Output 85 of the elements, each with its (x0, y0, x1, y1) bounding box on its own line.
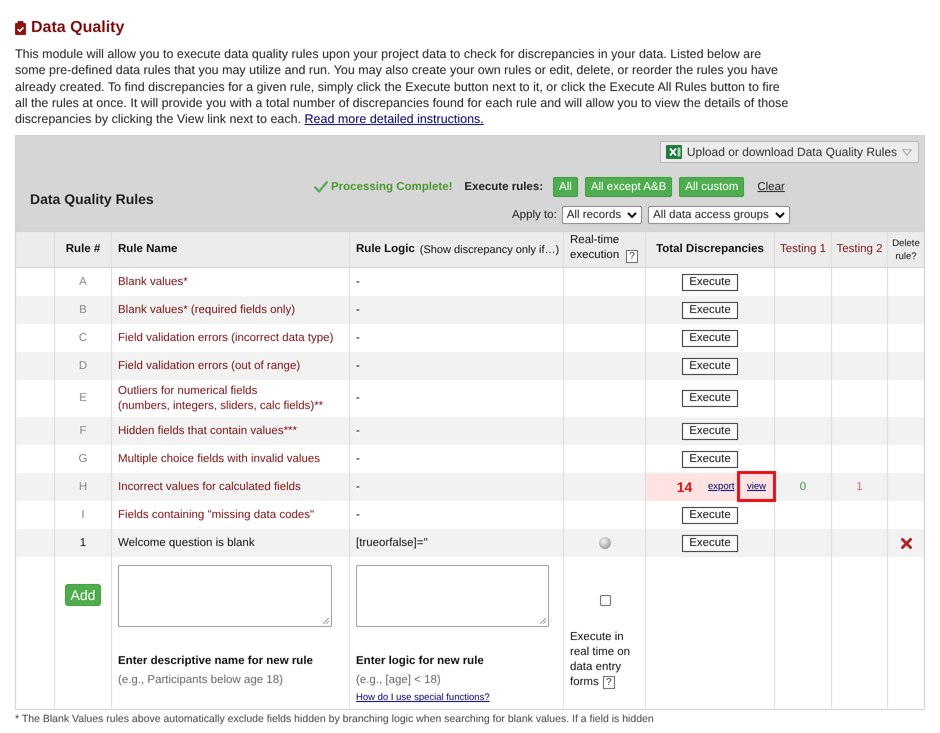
chevron-down-icon (627, 212, 638, 219)
name-field-hint: (e.g., Participants below age 18) (118, 673, 283, 688)
execute-button[interactable]: Execute (682, 422, 738, 440)
rule-logic: - (356, 391, 360, 406)
clipboard-check-icon (15, 21, 26, 35)
execute-button[interactable]: Execute (682, 506, 738, 524)
rule-logic: - (356, 274, 360, 290)
upload-download-button[interactable]: Upload or download Data Quality Rules (660, 141, 919, 164)
rule-number: F (79, 424, 87, 439)
clear-link[interactable]: Clear (757, 178, 785, 196)
rule-number: G (78, 452, 88, 467)
rule-number: E (79, 391, 87, 406)
rule-logic: [trueorfalse]='' (356, 536, 428, 551)
rule-logic: - (356, 480, 360, 495)
rule-number: D (78, 358, 88, 374)
panel-title: Data Quality Rules (30, 191, 154, 208)
rule-name: Blank values* (required fields only) (118, 302, 296, 318)
rule-name: Welcome question is blank (118, 536, 255, 551)
real-time-checkbox[interactable] (600, 595, 611, 606)
filter-select[interactable]: All data access groups (648, 206, 790, 224)
rule-number: C (78, 330, 88, 346)
name-field-label: Enter descriptive name for new rule (118, 654, 313, 668)
help-button[interactable]: ? (602, 676, 615, 690)
column-header: Total Discrepancies (656, 242, 764, 258)
rule-logic: - (356, 452, 360, 467)
rule-name: Fields containing "missing data codes" (118, 508, 314, 523)
rule-logic: - (356, 302, 360, 318)
rule-name-textarea[interactable] (118, 565, 332, 628)
execute-button[interactable]: Execute (682, 450, 738, 468)
execute-button[interactable]: Execute (682, 534, 738, 552)
special-functions-link[interactable]: How do I use special functions? (356, 692, 490, 704)
instructions-link[interactable]: Read more detailed instructions. (304, 112, 484, 126)
page-title: Data Quality (31, 18, 124, 38)
discrepancy-count: 14 (676, 478, 694, 497)
apply-to-label: Apply to: (512, 208, 557, 223)
chevron-down-icon (774, 212, 785, 219)
rule-name: Blank values* (118, 274, 188, 290)
column-header: Delete rule? (891, 236, 921, 263)
rule-name: Incorrect values for calculated fields (118, 480, 301, 495)
column-header: Testing 1 (780, 242, 826, 258)
test-result: 1 (856, 480, 863, 495)
export-link[interactable]: export (708, 480, 734, 495)
help-button[interactable]: ? (626, 250, 638, 264)
execute-button[interactable]: Execute (682, 274, 738, 291)
real-time-label-end: forms (570, 675, 599, 690)
delete-x-icon[interactable] (900, 538, 912, 549)
rule-name: Multiple choice fields with invalid values (118, 452, 320, 467)
logic-field-hint: (e.g., [age] < 18) (356, 673, 441, 688)
caret-down-icon (902, 148, 912, 156)
column-header-note: (Show discrepancy only if…) (420, 242, 560, 258)
resize-grip-icon (323, 618, 329, 624)
rule-name: Field validation errors (incorrect data type) (118, 330, 334, 346)
resize-grip-icon (540, 618, 546, 624)
processing-status: Processing Complete! (331, 180, 452, 195)
rule-logic: - (356, 358, 360, 374)
column-header: Rule Name (118, 242, 178, 258)
footnote: * The Blank Values rules above automatically exclude fields hidden by branching logic when searching for blank values. If a field is hidden (15, 713, 654, 726)
rule-number: H (78, 480, 88, 495)
check-icon (314, 181, 328, 194)
execute-rules-label: Execute rules: (464, 180, 544, 195)
column-header: Testing 2 (836, 242, 883, 258)
rule-name: Hidden fields that contain values*** (118, 424, 298, 439)
rule-logic: - (356, 424, 360, 439)
execute-button[interactable]: Execute (682, 330, 738, 347)
spreadsheet-icon (666, 145, 682, 160)
rule-logic: - (356, 330, 360, 346)
filter-select[interactable]: All records (562, 206, 642, 224)
execute-button[interactable]: Execute (682, 302, 738, 319)
rule-number: A (79, 274, 87, 290)
test-result: 0 (800, 480, 806, 495)
logic-field-label: Enter logic for new rule (356, 654, 484, 668)
view-link[interactable]: view (746, 480, 766, 494)
rule-number: I (81, 508, 85, 523)
rule-number: 1 (80, 536, 86, 551)
execute-button[interactable]: Execute (682, 358, 738, 375)
column-header: Real-time execution (570, 233, 620, 264)
rule-logic: - (356, 508, 360, 523)
rule-number: B (79, 302, 87, 318)
rule-name: Field validation errors (out of range) (118, 358, 300, 374)
rule-name: Outliers for numerical fields (numbers, integers, sliders, calc fields)** (118, 384, 324, 414)
column-header: Rule Logic (356, 242, 415, 258)
execute-button[interactable]: Execute (682, 390, 738, 408)
intro-paragraph: This module will allow you to execute data quality rules upon your project data to check for discrepancies in your data. Listed below are some pre-defined data rules that you may utilize and run. You may also create your own rules or edit, delete, or reorder the rules you have already created. To find discrepancies for a given rule, simply click the Execute button next to it, or click the Execute All Rules button to fire all the rules at once. It will provide you with a total number of discrepancies found for each rule and will allow you to view the details of those discrepancies by clicking the View link next to each. Read more detailed instructions. (15, 46, 790, 128)
rule-logic-textarea[interactable] (356, 565, 549, 628)
column-header: Rule # (66, 242, 100, 258)
